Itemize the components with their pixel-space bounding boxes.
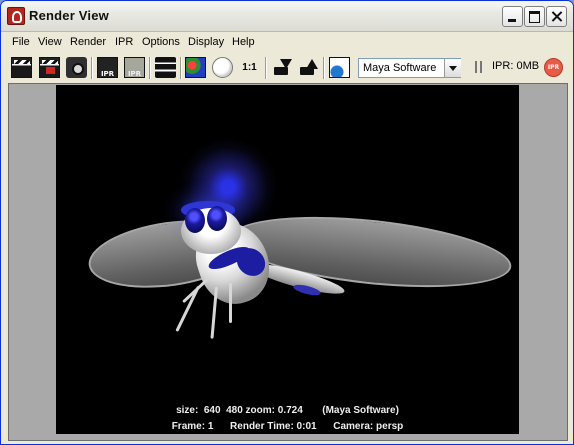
render-toolbar: IPR IPR 1:1 bbox=[1, 53, 573, 84]
snapshot-icon[interactable] bbox=[66, 57, 87, 78]
render-info-frame: Frame: 1 Render Time: 0:01 Camera: persp bbox=[171, 421, 404, 432]
renderer-selected-value: Maya Software bbox=[363, 62, 437, 74]
maya-app-icon bbox=[7, 7, 25, 25]
minimize-button[interactable] bbox=[502, 6, 523, 27]
menu-bar: File View Render IPR Options Display Hel… bbox=[1, 32, 573, 52]
rgb-channels-icon[interactable] bbox=[185, 57, 206, 78]
menu-help[interactable]: Help bbox=[232, 36, 255, 48]
menu-render[interactable]: Render bbox=[70, 36, 106, 48]
toolbar-separator bbox=[91, 57, 93, 79]
right-eye bbox=[207, 206, 227, 231]
render-region-icon[interactable] bbox=[39, 57, 60, 78]
rendered-image: size: 640 480 zoom: 0.724 (Maya Software… bbox=[56, 85, 519, 434]
display-channels-icon[interactable] bbox=[155, 57, 176, 78]
menu-ipr[interactable]: IPR bbox=[115, 36, 133, 48]
toolbar-separator bbox=[265, 57, 267, 79]
real-size-button[interactable]: 1:1 bbox=[239, 57, 260, 78]
alpha-channel-icon[interactable] bbox=[212, 57, 233, 78]
redo-render-icon[interactable] bbox=[11, 57, 32, 78]
title-bar[interactable]: Render View bbox=[1, 1, 573, 32]
keep-image-icon[interactable] bbox=[271, 57, 292, 78]
render-settings-icon[interactable] bbox=[329, 57, 350, 78]
left-eye bbox=[185, 208, 205, 233]
toolbar-separator bbox=[180, 57, 182, 79]
close-button[interactable] bbox=[546, 6, 567, 27]
pause-icon[interactable] bbox=[475, 61, 482, 73]
menu-file[interactable]: File bbox=[12, 36, 30, 48]
menu-options[interactable]: Options bbox=[142, 36, 180, 48]
refresh-ipr-icon[interactable]: IPR bbox=[124, 57, 145, 78]
menu-display[interactable]: Display bbox=[188, 36, 224, 48]
dragonfly-leg bbox=[175, 285, 200, 332]
toolbar-separator bbox=[149, 57, 151, 79]
render-info-size: size: 640 480 zoom: 0.724 (Maya Software… bbox=[176, 405, 399, 416]
ipr-render-icon[interactable]: IPR bbox=[97, 57, 118, 78]
dragonfly-leg bbox=[229, 283, 232, 323]
window-title: Render View bbox=[29, 8, 109, 23]
chevron-down-icon[interactable] bbox=[444, 59, 461, 77]
render-view-window: Render View File View Render IPR Options… bbox=[0, 0, 574, 445]
remove-image-icon[interactable] bbox=[297, 57, 318, 78]
right-wing bbox=[227, 205, 515, 299]
maximize-button[interactable] bbox=[524, 6, 545, 27]
renderer-select[interactable]: Maya Software bbox=[358, 58, 461, 78]
ipr-memory-status: IPR: 0MB bbox=[492, 60, 540, 72]
menu-view[interactable]: View bbox=[38, 36, 62, 48]
toolbar-separator bbox=[323, 57, 325, 79]
ipr-status-icon[interactable]: IPR bbox=[544, 58, 563, 77]
